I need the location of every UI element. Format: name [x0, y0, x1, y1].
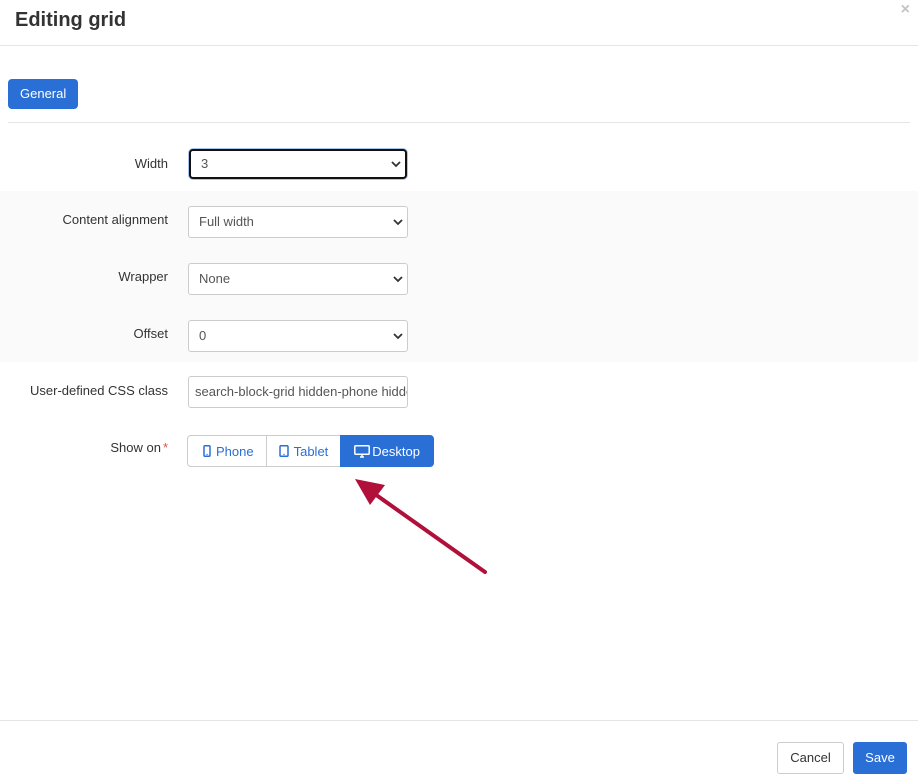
annotation-arrow [355, 479, 487, 574]
save-button[interactable]: Save [853, 742, 907, 774]
dialog-footer: Cancel Save [0, 720, 918, 783]
editing-grid-dialog: Editing grid × General Width 3 Content a… [0, 0, 918, 783]
cancel-button[interactable]: Cancel [777, 742, 844, 774]
